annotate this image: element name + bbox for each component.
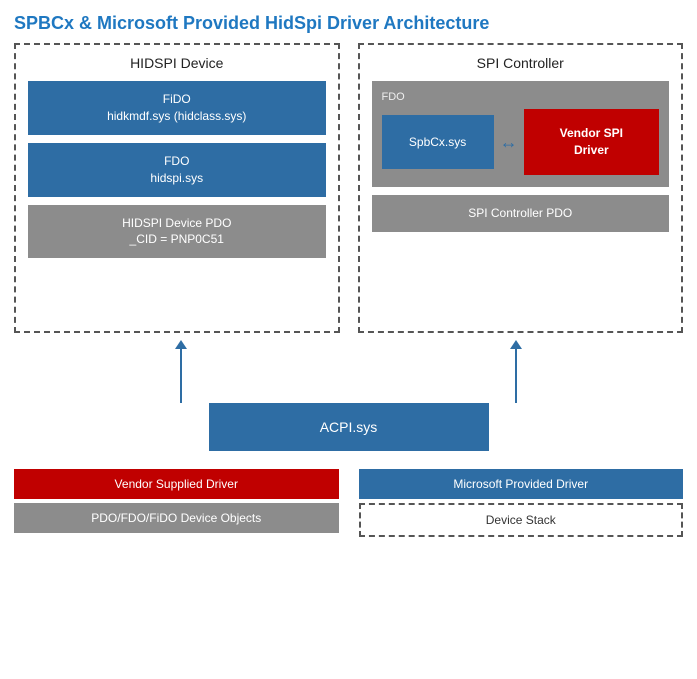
arrow-right bbox=[349, 333, 684, 403]
vendor-spi-block: Vendor SPI Driver bbox=[524, 109, 659, 175]
hidspi-pdo-block: HIDSPI Device PDO _CID = PNP0C51 bbox=[28, 205, 326, 259]
hidspi-device-title: HIDSPI Device bbox=[28, 55, 326, 71]
acpi-block: ACPI.sys bbox=[209, 403, 489, 451]
fido-block: FiDO hidkmdf.sys (hidclass.sys) bbox=[28, 81, 326, 135]
spi-controller-pdo-block: SPI Controller PDO bbox=[372, 195, 670, 232]
top-section: HIDSPI Device FiDO hidkmdf.sys (hidclass… bbox=[14, 43, 683, 333]
acpi-section: ACPI.sys bbox=[14, 403, 683, 451]
fdo-gray-container: FDO SpbCx.sys ↔ Vendor SPI Driver bbox=[372, 81, 670, 187]
fdo-inner: SpbCx.sys ↔ Vendor SPI Driver bbox=[382, 109, 660, 175]
legend-device-stack: Device Stack bbox=[359, 503, 684, 537]
legend-pdo-fdo: PDO/FDO/FiDO Device Objects bbox=[14, 503, 339, 533]
legend-left: Vendor Supplied Driver PDO/FDO/FiDO Devi… bbox=[14, 469, 339, 537]
fdo-label: FDO bbox=[382, 91, 660, 103]
hidspi-device-box: HIDSPI Device FiDO hidkmdf.sys (hidclass… bbox=[14, 43, 340, 333]
legend-microsoft-provided: Microsoft Provided Driver bbox=[359, 469, 684, 499]
legend-section: Vendor Supplied Driver PDO/FDO/FiDO Devi… bbox=[0, 469, 697, 537]
spbcx-block: SpbCx.sys bbox=[382, 115, 494, 169]
arrow-up-line-left bbox=[180, 348, 182, 403]
page-title: SPBCx & Microsoft Provided HidSpi Driver… bbox=[0, 0, 697, 43]
arrow-up-line-right bbox=[515, 348, 517, 403]
legend-right: Microsoft Provided Driver Device Stack bbox=[359, 469, 684, 537]
fdo-hidspi-block: FDO hidspi.sys bbox=[28, 143, 326, 197]
arrow-left bbox=[14, 333, 349, 403]
spi-controller-title: SPI Controller bbox=[372, 55, 670, 71]
arrows-section bbox=[14, 333, 683, 403]
double-arrow-icon: ↔ bbox=[500, 133, 518, 151]
main-diagram: HIDSPI Device FiDO hidkmdf.sys (hidclass… bbox=[0, 43, 697, 451]
spi-controller-box: SPI Controller FDO SpbCx.sys ↔ Vendor SP… bbox=[358, 43, 684, 333]
legend-vendor-supplied: Vendor Supplied Driver bbox=[14, 469, 339, 499]
